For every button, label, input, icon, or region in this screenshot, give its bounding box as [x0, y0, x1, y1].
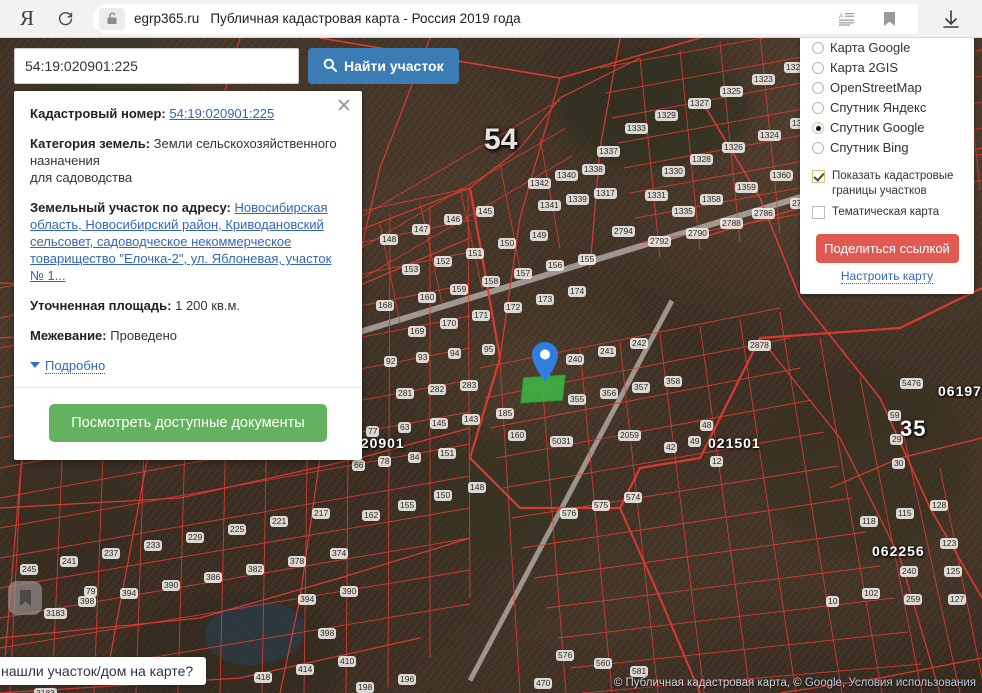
attribution-terms-link[interactable]: Условия использования [848, 677, 976, 689]
search-button-label: Найти участок [344, 58, 444, 74]
download-icon[interactable] [936, 4, 966, 34]
checkbox-thematic-map[interactable]: Тематическая карта [800, 202, 974, 223]
address-label: Земельный участок по адресу: [30, 200, 231, 215]
category-row: Категория земель: Земли сельскохозяйстве… [30, 135, 346, 186]
basemap-option-2gis-map[interactable]: Карта 2GIS [800, 58, 974, 78]
map-layers-panel: Карта Яндекс Карта Google Карта 2GIS Ope… [800, 8, 974, 294]
survey-value: Проведено [110, 328, 177, 343]
basemap-label: Карта Google [830, 40, 911, 55]
checkbox-icon[interactable] [812, 206, 825, 219]
divider [14, 387, 362, 388]
search-button[interactable]: Найти участок [308, 48, 459, 84]
svg-text:A: A [839, 14, 843, 20]
details-toggle-label[interactable]: Подробно [45, 358, 106, 374]
basemap-options: Карта Яндекс Карта Google Карта 2GIS Ope… [800, 18, 974, 158]
bookmark-icon [19, 590, 31, 606]
reader-mode-icon[interactable]: A [832, 4, 862, 34]
address-bar[interactable]: egrp365.ru Публичная кадастровая карта -… [93, 3, 918, 34]
area-label: Уточненная площадь: [30, 298, 172, 313]
basemap-label: Карта 2GIS [830, 60, 899, 75]
area-row: Уточненная площадь: 1 200 кв.м. [30, 297, 346, 314]
yandex-logo-icon[interactable]: Я [14, 6, 40, 31]
search-bar: Найти участок [14, 48, 459, 84]
checkbox-icon-checked[interactable] [812, 170, 825, 183]
save-location-button[interactable] [8, 581, 42, 615]
basemap-option-bing-satellite[interactable]: Спутник Bing [800, 138, 974, 158]
view-documents-button[interactable]: Посмотреть доступные документы [49, 404, 327, 442]
address-row: Земельный участок по адресу: Новосибирск… [30, 199, 346, 284]
block-label-062256: 062256 [872, 543, 925, 559]
basemap-label: OpenStreetMap [830, 80, 922, 95]
radio-icon[interactable] [812, 42, 824, 54]
map-pin-icon[interactable] [530, 341, 560, 383]
basemap-option-openstreetmap[interactable]: OpenStreetMap [800, 78, 974, 98]
survey-label: Межевание: [30, 328, 107, 343]
bookmark-icon[interactable] [874, 4, 904, 34]
radio-icon[interactable] [812, 82, 824, 94]
search-input[interactable] [14, 48, 299, 84]
block-label-021501: 021501 [708, 435, 761, 451]
share-link-button[interactable]: Поделиться ссылкой [815, 234, 959, 263]
radio-icon[interactable] [812, 142, 824, 154]
search-icon [323, 58, 337, 75]
category-value-second: для садоводства [30, 170, 133, 185]
basemap-label: Спутник Google [830, 120, 925, 135]
block-label-35: 35 [900, 416, 927, 441]
basemap-label: Спутник Яндекс [830, 100, 927, 115]
attribution-google-link[interactable]: Google [805, 677, 842, 689]
basemap-option-yandex-satellite[interactable]: Спутник Яндекс [800, 98, 974, 118]
block-label-06197: 06197 [938, 383, 982, 399]
area-value: 1 200 кв.м. [175, 298, 241, 313]
reload-icon[interactable] [50, 4, 80, 34]
checkbox-label: Показать кадастровые границы участков [832, 170, 954, 197]
unlocked-padlock-icon[interactable] [99, 7, 125, 30]
browser-toolbar: Я egrp365.ru Публичная кадастровая карта… [0, 0, 982, 38]
map-attribution: © Публичная кадастровая карта, © Google,… [613, 677, 976, 689]
category-label: Категория земель: [30, 136, 151, 151]
cadastral-number-value[interactable]: 54:19:020901:225 [169, 106, 274, 121]
page-title: Публичная кадастровая карта - Россия 201… [210, 11, 521, 26]
close-icon[interactable]: ✕ [334, 97, 354, 117]
url-domain: egrp365.ru [134, 11, 200, 26]
region-number-label: 54 [484, 123, 518, 156]
checkbox-show-cadastral-borders[interactable]: Показать кадастровые границы участков [800, 166, 974, 202]
checkbox-label: Тематическая карта [832, 206, 940, 218]
survey-row: Межевание: Проведено [30, 327, 346, 344]
configure-map-link[interactable]: Настроить карту [840, 269, 934, 284]
basemap-option-google-map[interactable]: Карта Google [800, 38, 974, 58]
cadastral-number-row: Кадастровый номер: 54:19:020901:225 [30, 105, 346, 122]
parcel-info-popup: ✕ Кадастровый номер: 54:19:020901:225 Ка… [14, 91, 362, 460]
details-toggle[interactable]: Подробно [30, 357, 346, 374]
cadastral-number-label: Кадастровый номер: [30, 106, 166, 121]
radio-icon[interactable] [812, 102, 824, 114]
help-banner[interactable]: нашли участок/дом на карте? [0, 657, 207, 685]
attribution-text: © Публичная кадастровая карта, © [613, 677, 802, 689]
basemap-option-google-satellite[interactable]: Спутник Google [800, 118, 974, 138]
radio-icon[interactable] [812, 62, 824, 74]
basemap-label: Спутник Bing [830, 140, 909, 155]
chevron-down-icon [30, 362, 40, 368]
radio-icon-selected[interactable] [812, 122, 824, 134]
